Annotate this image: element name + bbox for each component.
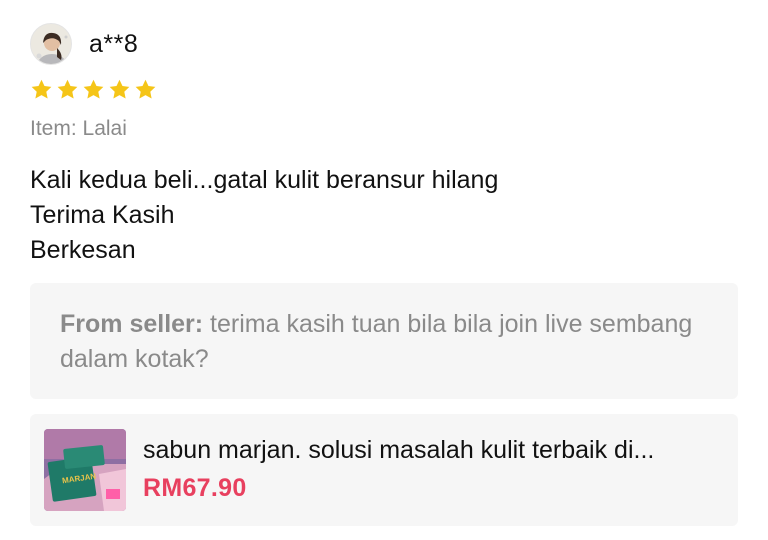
star-rating	[30, 78, 157, 101]
star-icon	[109, 79, 130, 99]
star-icon	[57, 79, 78, 99]
star-icon	[31, 79, 52, 99]
username: a**8	[89, 29, 139, 58]
seller-reply-label: From seller:	[60, 310, 204, 338]
reviewer-header: a**8	[30, 22, 138, 66]
star-icon	[135, 79, 156, 99]
review-text-line: Berkesan	[30, 236, 136, 264]
product-image: MARJAN	[44, 429, 126, 511]
product-price: RM67.90	[143, 474, 247, 502]
review-text: Kali kedua beli...gatal kulit beransur h…	[30, 163, 498, 268]
star-icon	[83, 79, 104, 99]
review-card: a**8 Item: Lalai Kali kedua beli...gatal…	[0, 0, 768, 540]
seller-reply: From seller: terima kasih tuan bila bila…	[30, 283, 738, 399]
product-thumbnail: MARJAN	[44, 429, 126, 511]
review-text-line: Terima Kasih	[30, 201, 175, 229]
item-variant: Item: Lalai	[30, 117, 127, 140]
avatar-image	[31, 24, 71, 64]
avatar[interactable]	[30, 23, 72, 65]
product-title[interactable]: sabun marjan. solusi masalah kulit terba…	[143, 436, 728, 465]
review-text-line: Kali kedua beli...gatal kulit beransur h…	[30, 166, 499, 194]
product-card[interactable]: MARJAN sabun marjan. solusi masalah kuli…	[30, 414, 738, 526]
